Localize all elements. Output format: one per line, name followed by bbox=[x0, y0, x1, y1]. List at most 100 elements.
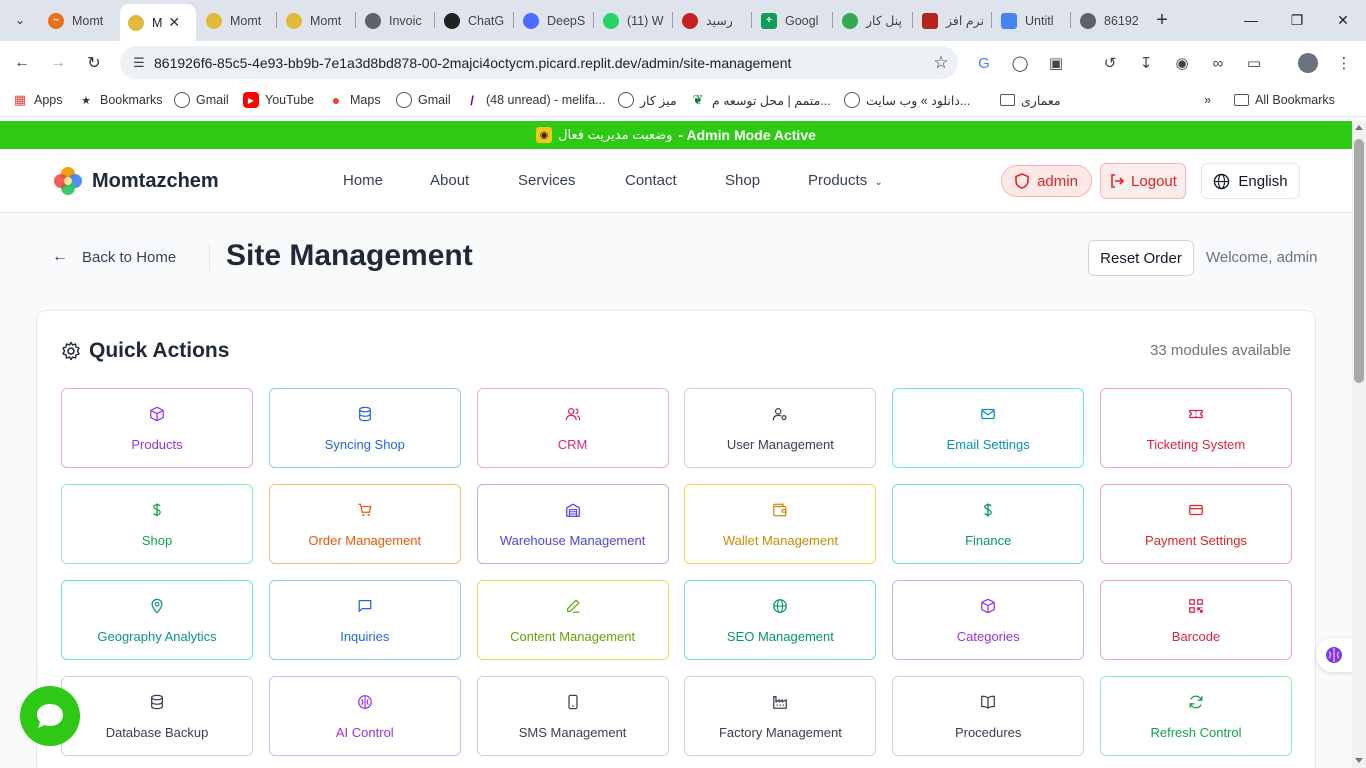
bookmark-item[interactable]: معماری bbox=[1000, 90, 1061, 110]
quick-action-seo-management[interactable]: SEO Management bbox=[684, 580, 877, 660]
browser-tab[interactable]: Momt bbox=[198, 6, 274, 35]
quick-action-email-settings[interactable]: Email Settings bbox=[892, 388, 1085, 468]
browser-tab[interactable]: ChatG bbox=[436, 6, 512, 35]
maximize-icon[interactable]: ❐ bbox=[1282, 6, 1312, 34]
logout-button[interactable]: Logout bbox=[1100, 163, 1186, 199]
quick-action-ai-control[interactable]: AI Control bbox=[268, 676, 461, 756]
browser-tab-active[interactable]: M ✕ bbox=[120, 4, 196, 41]
ai-assistant-widget[interactable] bbox=[1316, 638, 1352, 672]
translate-icon[interactable]: G bbox=[972, 51, 996, 75]
browser-tab[interactable]: Invoic bbox=[357, 6, 433, 35]
back-to-home-link[interactable]: ← Back to Home bbox=[52, 248, 176, 266]
devices-icon[interactable]: ▭ bbox=[1242, 51, 1266, 75]
quick-action-factory-management[interactable]: Factory Management bbox=[684, 676, 877, 756]
quick-action-procedures[interactable]: Procedures bbox=[892, 676, 1085, 756]
browser-tab[interactable]: نرم افز bbox=[914, 6, 990, 35]
bookmark-item[interactable]: ★ Bookmarks bbox=[78, 90, 162, 110]
globe-icon bbox=[771, 597, 789, 615]
quick-action-categories[interactable]: Categories bbox=[892, 580, 1085, 660]
bookmark-item[interactable]: ● Maps bbox=[328, 90, 381, 110]
url-text[interactable]: 861926f6-85c5-4e93-bb9b-7e1a3d8bd878-00-… bbox=[154, 55, 924, 71]
close-window-icon[interactable]: ✕ bbox=[1328, 6, 1358, 34]
star-icon: ★ bbox=[81, 94, 91, 107]
nav-shop[interactable]: Shop bbox=[725, 172, 760, 189]
quick-action-barcode[interactable]: Barcode bbox=[1100, 580, 1292, 660]
browser-menu-icon[interactable]: ⋮ bbox=[1332, 51, 1356, 75]
quick-action-ticketing-system[interactable]: Ticketing System bbox=[1100, 388, 1292, 468]
admin-banner-text-fa: وضعیت مدیریت فعال bbox=[558, 127, 673, 142]
quick-action-refresh-control[interactable]: Refresh Control bbox=[1100, 676, 1292, 756]
browser-tab[interactable]: Untitl bbox=[993, 6, 1069, 35]
cart-icon bbox=[356, 501, 374, 519]
bookmark-item[interactable]: / (48 unread) - melifa... bbox=[464, 90, 605, 110]
chat-widget-button[interactable] bbox=[20, 686, 80, 746]
tab-search-chevron-icon[interactable]: ⌄ bbox=[8, 8, 32, 32]
profile-avatar[interactable] bbox=[1296, 51, 1320, 75]
bookmark-item[interactable]: میز کار bbox=[618, 90, 677, 110]
bookmark-item[interactable]: All Bookmarks bbox=[1234, 90, 1335, 110]
screenshot-icon[interactable]: ◉ bbox=[1170, 51, 1194, 75]
reload-icon[interactable]: ↻ bbox=[80, 49, 108, 77]
quick-action-geography-analytics[interactable]: Geography Analytics bbox=[61, 580, 253, 660]
browser-tab[interactable]: ~ Momt bbox=[40, 6, 118, 35]
quick-action-products[interactable]: Products bbox=[61, 388, 253, 468]
scroll-thumb[interactable] bbox=[1354, 139, 1364, 383]
browser-tab[interactable]: DeepS bbox=[515, 6, 593, 35]
nav-contact[interactable]: Contact bbox=[625, 172, 677, 189]
brand-logo[interactable]: Momtazchem bbox=[52, 165, 219, 197]
admin-badge[interactable]: admin bbox=[1001, 165, 1092, 197]
minimize-icon[interactable]: — bbox=[1236, 6, 1266, 34]
extensions-puzzle-icon[interactable]: ▣ bbox=[1044, 51, 1068, 75]
nav-home[interactable]: Home bbox=[343, 172, 383, 189]
quick-action-crm[interactable]: CRM bbox=[476, 388, 669, 468]
modules-count: 33 modules available bbox=[1150, 342, 1291, 359]
page-scrollbar[interactable] bbox=[1352, 121, 1366, 768]
bookmark-item[interactable]: Gmail bbox=[174, 90, 229, 110]
bookmark-star-icon[interactable]: ☆ bbox=[924, 53, 958, 73]
quick-action-order-management[interactable]: Order Management bbox=[268, 484, 461, 564]
quick-action-payment-settings[interactable]: Payment Settings bbox=[1100, 484, 1292, 564]
nav-services[interactable]: Services bbox=[518, 172, 576, 189]
history-icon[interactable]: ↺ bbox=[1098, 51, 1122, 75]
header-divider bbox=[209, 243, 210, 271]
address-bar[interactable]: ☰ 861926f6-85c5-4e93-bb9b-7e1a3d8bd878-0… bbox=[120, 46, 958, 79]
quick-action-user-management[interactable]: User Management bbox=[684, 388, 877, 468]
quick-action-sms-management[interactable]: SMS Management bbox=[476, 676, 669, 756]
quick-action-wallet-management[interactable]: Wallet Management bbox=[684, 484, 877, 564]
quick-action-database-backup[interactable]: Database Backup bbox=[61, 676, 253, 756]
quick-action-content-management[interactable]: Content Management bbox=[476, 580, 669, 660]
new-tab-plus-icon[interactable]: + bbox=[1151, 8, 1173, 32]
browser-tab[interactable]: + Googl bbox=[753, 6, 831, 35]
quick-action-inquiries[interactable]: Inquiries bbox=[268, 580, 461, 660]
scroll-down-arrow-icon[interactable] bbox=[1355, 758, 1363, 763]
tab-close-icon[interactable]: ✕ bbox=[168, 14, 180, 31]
site-info-icon[interactable]: ☰ bbox=[124, 55, 154, 71]
browser-tab[interactable]: (11) W bbox=[595, 6, 671, 35]
bookmark-item[interactable]: ❦ متمم | محل توسعه م... bbox=[690, 90, 831, 110]
nav-products[interactable]: Products ⌄ bbox=[808, 172, 883, 189]
scroll-up-arrow-icon[interactable] bbox=[1355, 125, 1363, 130]
shield-icon bbox=[1015, 173, 1029, 189]
browser-tab[interactable]: Momt bbox=[278, 6, 354, 35]
reset-order-button[interactable]: Reset Order bbox=[1088, 240, 1194, 276]
back-arrow-icon[interactable]: ← bbox=[8, 49, 36, 77]
quick-action-label: User Management bbox=[726, 437, 834, 452]
link-icon[interactable]: ∞ bbox=[1206, 51, 1230, 75]
download-icon[interactable]: ↧ bbox=[1134, 51, 1158, 75]
bookmark-item[interactable]: دانلود » وب سایت... bbox=[844, 90, 970, 110]
shield-extension-icon[interactable]: ◯ bbox=[1008, 51, 1032, 75]
quick-action-warehouse-management[interactable]: Warehouse Management bbox=[476, 484, 669, 564]
bookmark-item[interactable]: ▦ Apps bbox=[12, 90, 63, 110]
language-selector[interactable]: English bbox=[1201, 163, 1300, 199]
browser-tab[interactable]: رسید bbox=[674, 6, 750, 35]
nav-about[interactable]: About bbox=[430, 172, 469, 189]
browser-tab[interactable]: پنل کار bbox=[834, 6, 912, 35]
bookmark-item[interactable]: ▶ YouTube bbox=[243, 90, 314, 110]
quick-action-syncing-shop[interactable]: Syncing Shop bbox=[268, 388, 461, 468]
quick-action-finance[interactable]: Finance bbox=[892, 484, 1085, 564]
forward-arrow-icon[interactable]: → bbox=[44, 49, 72, 77]
browser-tab[interactable]: 86192 bbox=[1072, 6, 1148, 35]
bookmarks-overflow-chevron-icon[interactable]: » bbox=[1204, 90, 1211, 110]
bookmark-item[interactable]: Gmail bbox=[396, 90, 451, 110]
quick-action-shop[interactable]: Shop bbox=[61, 484, 253, 564]
